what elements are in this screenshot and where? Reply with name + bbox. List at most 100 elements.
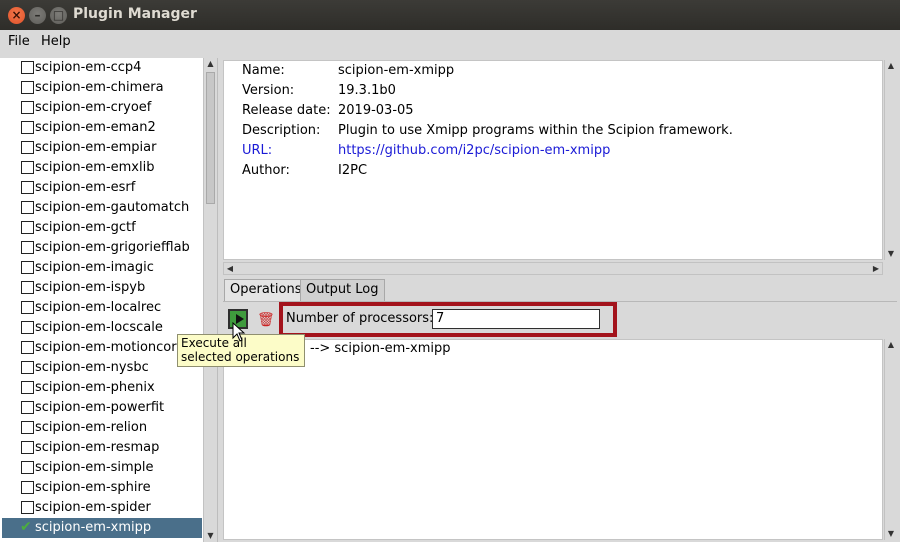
close-window-icon[interactable]: × [8,7,25,24]
info-description-value: Plugin to use Xmipp programs within the … [338,123,733,138]
menu-help[interactable]: Help [41,34,71,49]
plugin-list-item[interactable]: scipion-em-nysbc [2,358,202,378]
plugin-list-item[interactable]: scipion-em-motioncorr [2,338,202,358]
plugin-list-item[interactable]: scipion-em-cryoef [2,98,202,118]
plugin-checkbox[interactable] [21,101,34,114]
plugin-label: scipion-em-esrf [35,180,136,195]
minimize-window-icon[interactable]: – [29,7,46,24]
operations-vscroll[interactable]: ▲ ▼ [884,339,897,540]
scroll-left-arrow-icon[interactable]: ◀ [224,263,236,275]
info-name-key: Name: [242,63,285,78]
scroll-thumb[interactable] [206,72,215,204]
plugin-checkbox[interactable] [21,181,34,194]
plugin-list-item[interactable]: scipion-em-localrec [2,298,202,318]
plugin-checkbox[interactable] [21,361,34,374]
maximize-window-icon[interactable]: □ [50,7,67,24]
window-title: Plugin Manager [73,6,197,22]
plugin-list-item[interactable]: scipion-em-gautomatch [2,198,202,218]
plugin-list-item[interactable]: scipion-em-relion [2,418,202,438]
scroll-down-arrow-icon[interactable]: ▼ [885,528,897,540]
tab-operations[interactable]: Operations [224,279,308,301]
plugin-list-item[interactable]: scipion-em-powerfit [2,398,202,418]
plugin-checkbox[interactable] [21,141,34,154]
plugin-checkbox[interactable] [21,401,34,414]
info-vscroll[interactable]: ▲ ▼ [884,60,897,260]
plugin-label: scipion-em-ccp4 [35,60,142,75]
processors-label: Number of processors: [286,311,434,326]
scroll-down-arrow-icon[interactable]: ▼ [885,248,897,260]
operation-item[interactable]: --> scipion-em-xmipp [310,341,451,356]
plugin-checkbox[interactable] [21,461,34,474]
info-url-link[interactable]: https://github.com/i2pc/scipion-em-xmipp [338,143,610,158]
info-description-key: Description: [242,123,321,138]
title-bar: × – □ Plugin Manager [0,0,900,30]
plugin-checkbox[interactable] [21,281,34,294]
plugin-label: scipion-em-simple [35,460,154,475]
scroll-up-arrow-icon[interactable]: ▲ [885,60,897,72]
plugin-label: scipion-em-spider [35,500,151,515]
plugin-checkbox[interactable] [21,381,34,394]
plugin-list-scrollbar[interactable]: ▲ ▼ [203,58,217,542]
plugin-list: scipion-em-ccp4 scipion-em-chimera scipion… [0,58,218,542]
operations-list [223,339,883,540]
scroll-right-arrow-icon[interactable]: ▶ [870,263,882,275]
plugin-label: scipion-em-phenix [35,380,155,395]
plugin-list-item[interactable]: scipion-em-ccp4 [2,58,202,78]
plugin-list-item[interactable]: scipion-em-locscale [2,318,202,338]
plugin-checkbox[interactable] [21,121,34,134]
plugin-list-item[interactable]: scipion-em-gctf [2,218,202,238]
plugin-label: scipion-em-locscale [35,320,163,335]
plugin-label: scipion-em-empiar [35,140,157,155]
plugin-list-item[interactable]: scipion-em-eman2 [2,118,202,138]
plugin-checkbox[interactable] [21,341,34,354]
plugin-list-item[interactable]: scipion-em-phenix [2,378,202,398]
checkmark-icon[interactable]: ✔ [20,519,32,535]
plugin-checkbox[interactable] [21,241,34,254]
info-name-value: scipion-em-xmipp [338,63,455,78]
plugin-list-item[interactable]: scipion-em-grigoriefflab [2,238,202,258]
plugin-list-item[interactable]: ✔ scipion-em-xmipp [2,518,202,538]
plugin-label: scipion-em-gctf [35,220,136,235]
plugin-list-item[interactable]: scipion-em-resmap [2,438,202,458]
plugin-checkbox[interactable] [21,441,34,454]
scroll-up-arrow-icon[interactable]: ▲ [885,339,897,351]
plugin-list-item[interactable]: scipion-em-empiar [2,138,202,158]
plugin-checkbox[interactable] [21,481,34,494]
plugin-label: scipion-em-emxlib [35,160,155,175]
info-hscroll[interactable]: ◀ ▶ [223,262,883,275]
plugin-checkbox[interactable] [21,221,34,234]
plugin-label: scipion-em-relion [35,420,148,435]
plugin-checkbox[interactable] [21,501,34,514]
plugin-list-item[interactable]: scipion-em-ispyb [2,278,202,298]
plugin-label: scipion-em-motioncorr [35,340,182,355]
plugin-label: scipion-em-resmap [35,440,160,455]
info-release-value: 2019-03-05 [338,103,414,118]
plugin-list-item[interactable]: scipion-em-chimera [2,78,202,98]
scroll-up-arrow-icon[interactable]: ▲ [204,58,217,70]
tab-output-log[interactable]: Output Log [300,279,385,301]
plugin-checkbox[interactable] [21,321,34,334]
menu-file[interactable]: File [8,34,30,49]
trash-icon[interactable]: 🗑 [257,311,275,329]
plugin-checkbox[interactable] [21,201,34,214]
plugin-label: scipion-em-localrec [35,300,162,315]
plugin-checkbox[interactable] [21,161,34,174]
info-version-key: Version: [242,83,295,98]
scroll-down-arrow-icon[interactable]: ▼ [204,530,217,542]
plugin-label: scipion-em-grigoriefflab [35,240,190,255]
plugin-list-item[interactable]: scipion-em-esrf [2,178,202,198]
plugin-list-item[interactable]: scipion-em-imagic [2,258,202,278]
info-author-key: Author: [242,163,290,178]
plugin-checkbox[interactable] [21,421,34,434]
menu-bar: File Help [0,30,900,54]
plugin-checkbox[interactable] [21,301,34,314]
plugin-checkbox[interactable] [21,261,34,274]
plugin-checkbox[interactable] [21,81,34,94]
plugin-list-item[interactable]: scipion-em-simple [2,458,202,478]
processors-input[interactable]: 7 [432,309,600,329]
plugin-checkbox[interactable] [21,61,34,74]
plugin-list-item[interactable]: scipion-em-spider [2,498,202,518]
plugin-list-item[interactable]: scipion-em-emxlib [2,158,202,178]
plugin-label: scipion-em-sphire [35,480,151,495]
plugin-list-item[interactable]: scipion-em-sphire [2,478,202,498]
